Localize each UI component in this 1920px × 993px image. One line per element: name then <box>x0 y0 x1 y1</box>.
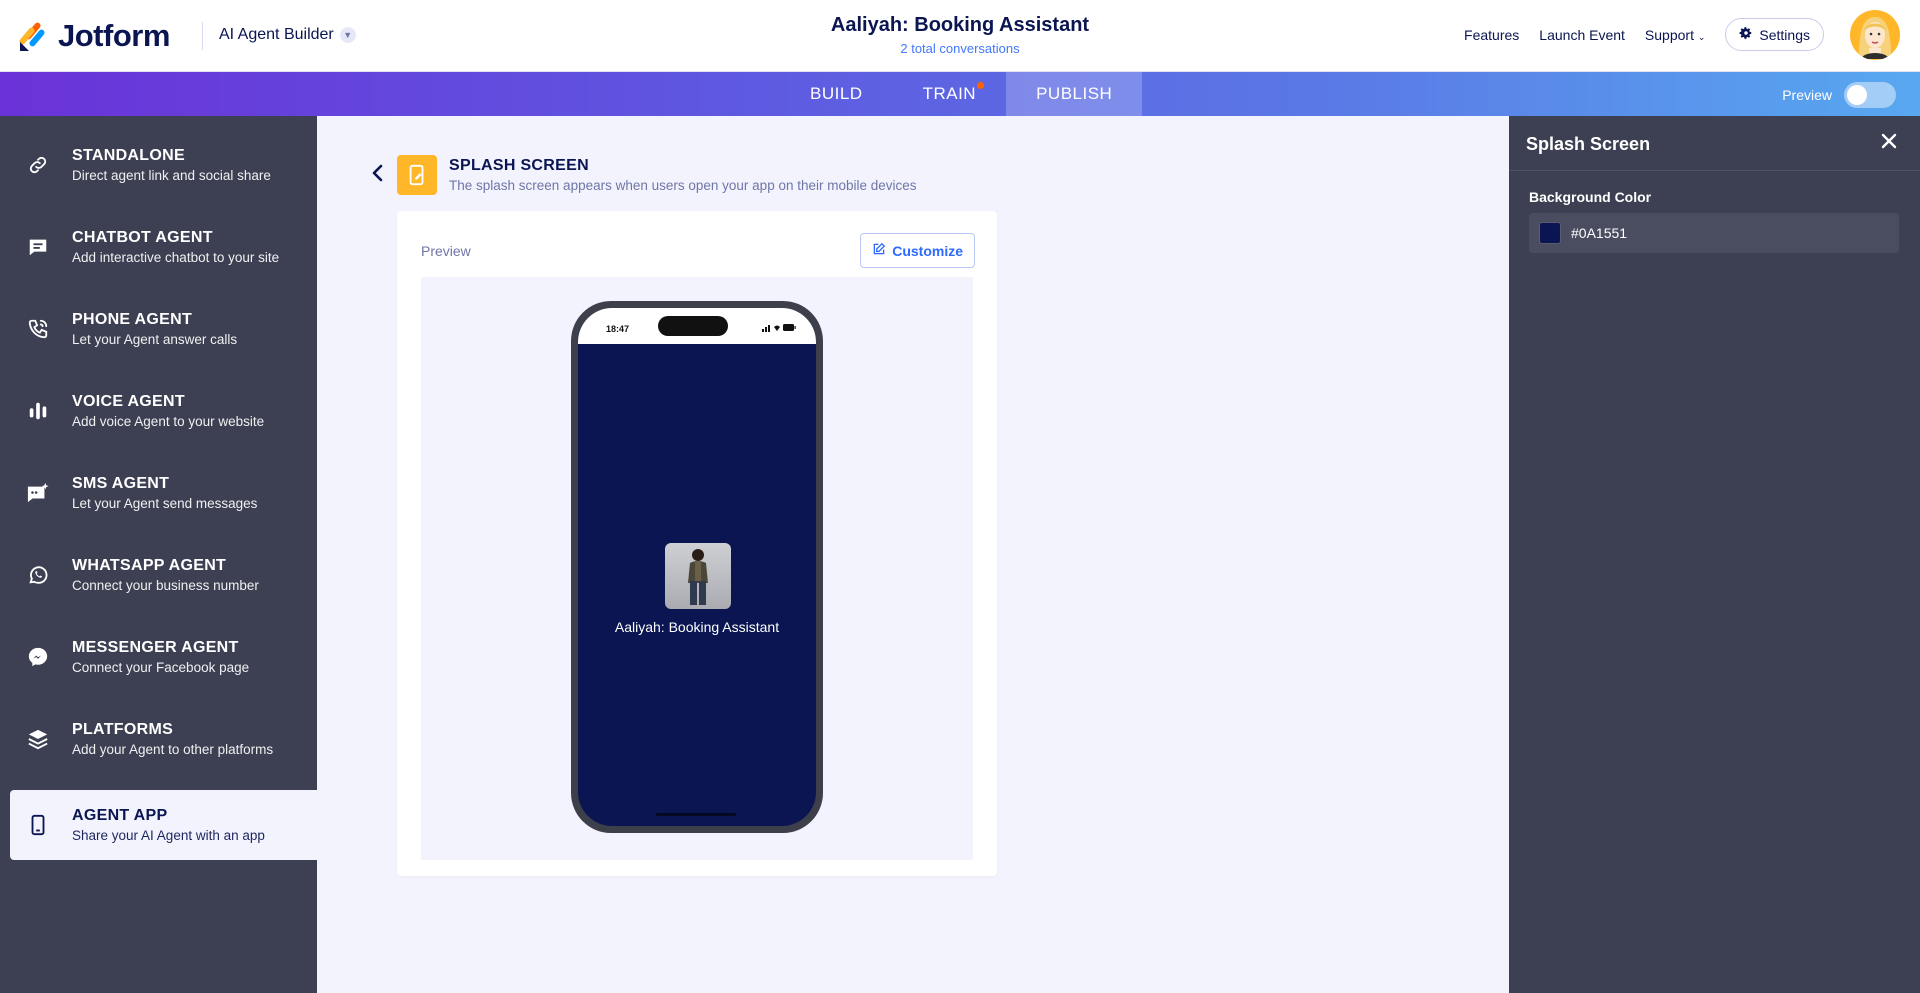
phone-preview-area: 18:47 Aaliyah: Booking Assistant <box>421 277 973 860</box>
chat-icon <box>24 233 52 261</box>
builder-tab-bar: BUILD TRAIN PUBLISH Preview <box>0 72 1920 116</box>
preview-toggle-group: Preview <box>1782 82 1896 108</box>
phone-screen: 18:47 Aaliyah: Booking Assistant <box>578 308 816 826</box>
splash-screen-icon <box>397 155 437 195</box>
sidebar-item-title: MESSENGER AGENT <box>72 639 239 656</box>
support-label: Support <box>1644 26 1694 43</box>
customize-label: Customize <box>892 242 963 259</box>
sidebar-item-standalone[interactable]: STANDALONE Direct agent link and social s… <box>10 130 317 200</box>
splash-app-name: Aaliyah: Booking Assistant <box>614 619 780 635</box>
sidebar-item-platforms[interactable]: PLATFORMS Add your Agent to other platfor… <box>10 704 317 774</box>
chevron-left-icon <box>371 164 385 187</box>
sidebar-item-title: CHATBOT AGENT <box>72 229 213 246</box>
notification-dot <box>977 82 985 89</box>
panel-header: Splash Screen <box>1509 116 1920 171</box>
sidebar-item-chatbot-agent[interactable]: CHATBOT AGENT Add interactive chatbot to … <box>10 212 317 282</box>
sidebar-item-voice-agent[interactable]: VOICE AGENT Add voice Agent to your websi… <box>10 376 317 446</box>
background-color-input[interactable]: #0A1551 <box>1529 213 1899 253</box>
publish-sidebar: STANDALONE Direct agent link and social s… <box>0 116 317 993</box>
close-icon <box>1881 133 1897 154</box>
sidebar-item-desc: Let your Agent answer calls <box>72 332 238 347</box>
sidebar-item-agent-app[interactable]: AGENT APP Share your AI Agent with an app <box>10 790 317 860</box>
settings-button[interactable]: Settings <box>1725 18 1824 51</box>
phone-status-bar: 18:47 <box>578 308 816 344</box>
tab-build[interactable]: BUILD <box>780 72 893 116</box>
top-header: Jotform AI Agent Builder ▼ Aaliyah: Book… <box>0 0 1920 72</box>
phone-time: 18:47 <box>606 324 630 334</box>
customize-button[interactable]: Customize <box>860 233 975 268</box>
phone-icon <box>24 315 52 343</box>
sidebar-item-desc: Direct agent link and social share <box>72 168 271 183</box>
mobile-icon <box>24 811 52 839</box>
sidebar-item-desc: Connect your Facebook page <box>72 660 250 675</box>
color-swatch[interactable] <box>1539 222 1561 244</box>
sidebar-item-title: PHONE AGENT <box>72 311 193 328</box>
tab-publish[interactable]: PUBLISH <box>1006 72 1143 116</box>
main-content: SPLASH SCREEN The splash screen appears … <box>317 116 1509 993</box>
close-button[interactable] <box>1878 132 1900 154</box>
builder-tabs: BUILD TRAIN PUBLISH <box>780 72 1143 116</box>
sms-icon <box>24 479 52 507</box>
launch-event-link[interactable]: Launch Event <box>1539 27 1625 43</box>
header-nav: Features Launch Event Support ⌄ Settings <box>1464 18 1824 51</box>
link-icon <box>24 151 52 179</box>
section-description: The splash screen appears when users ope… <box>449 178 917 193</box>
sidebar-item-title: WHATSAPP AGENT <box>72 557 227 574</box>
gear-icon <box>1739 26 1753 43</box>
splash-screen-settings-panel: Splash Screen Background Color #0A1551 <box>1509 116 1920 993</box>
sidebar-item-messenger-agent[interactable]: MESSENGER AGENT Connect your Facebook pag… <box>10 622 317 692</box>
layers-icon <box>24 725 52 753</box>
back-button[interactable] <box>367 164 389 186</box>
tab-train-label: TRAIN <box>922 84 977 103</box>
sidebar-item-desc: Share your AI Agent with an app <box>72 828 265 843</box>
preview-label: Preview <box>421 243 471 259</box>
preview-card: Preview Customize 18:47 Aaliyah: Booking… <box>397 211 997 876</box>
sidebar-item-desc: Let your Agent send messages <box>72 496 258 511</box>
chevron-down-icon: ⌄ <box>1697 31 1706 42</box>
agent-avatar-image <box>665 543 731 609</box>
home-indicator <box>656 813 736 816</box>
features-link[interactable]: Features <box>1464 27 1519 43</box>
sidebar-item-whatsapp-agent[interactable]: WHATSAPP AGENT Connect your business numb… <box>10 540 317 610</box>
sidebar-item-title: VOICE AGENT <box>72 393 185 410</box>
user-avatar[interactable] <box>1850 10 1900 60</box>
sidebar-item-desc: Connect your business number <box>72 578 259 593</box>
messenger-icon <box>24 643 52 671</box>
signal-wifi-battery-icon <box>762 323 796 332</box>
settings-label: Settings <box>1759 26 1810 43</box>
panel-title: Splash Screen <box>1526 134 1651 154</box>
background-color-value: #0A1551 <box>1571 225 1628 241</box>
whatsapp-icon <box>24 561 52 589</box>
sidebar-item-desc: Add voice Agent to your website <box>72 414 265 429</box>
section-title: SPLASH SCREEN <box>449 157 589 174</box>
sidebar-item-title: PLATFORMS <box>72 721 174 738</box>
agent-title[interactable]: Aaliyah: Booking Assistant <box>831 14 1089 37</box>
phone-mockup: 18:47 Aaliyah: Booking Assistant <box>571 301 823 833</box>
sidebar-item-desc: Add interactive chatbot to your site <box>72 250 280 265</box>
dynamic-island <box>658 316 728 336</box>
support-menu[interactable]: Support ⌄ <box>1645 27 1705 43</box>
voice-bars-icon <box>24 397 52 425</box>
sidebar-item-phone-agent[interactable]: PHONE AGENT Let your Agent answer calls <box>10 294 317 364</box>
tab-train[interactable]: TRAIN <box>893 72 1007 116</box>
background-color-label: Background Color <box>1529 189 1652 205</box>
sidebar-item-title: STANDALONE <box>72 147 185 164</box>
preview-toggle-label: Preview <box>1782 87 1832 103</box>
preview-toggle[interactable] <box>1844 82 1896 108</box>
edit-icon <box>872 242 886 259</box>
sidebar-item-sms-agent[interactable]: SMS AGENT Let your Agent send messages <box>10 458 317 528</box>
sidebar-item-desc: Add your Agent to other platforms <box>72 742 274 757</box>
toggle-knob <box>1847 85 1867 105</box>
sidebar-item-title: AGENT APP <box>72 807 168 824</box>
sidebar-item-title: SMS AGENT <box>72 475 170 492</box>
